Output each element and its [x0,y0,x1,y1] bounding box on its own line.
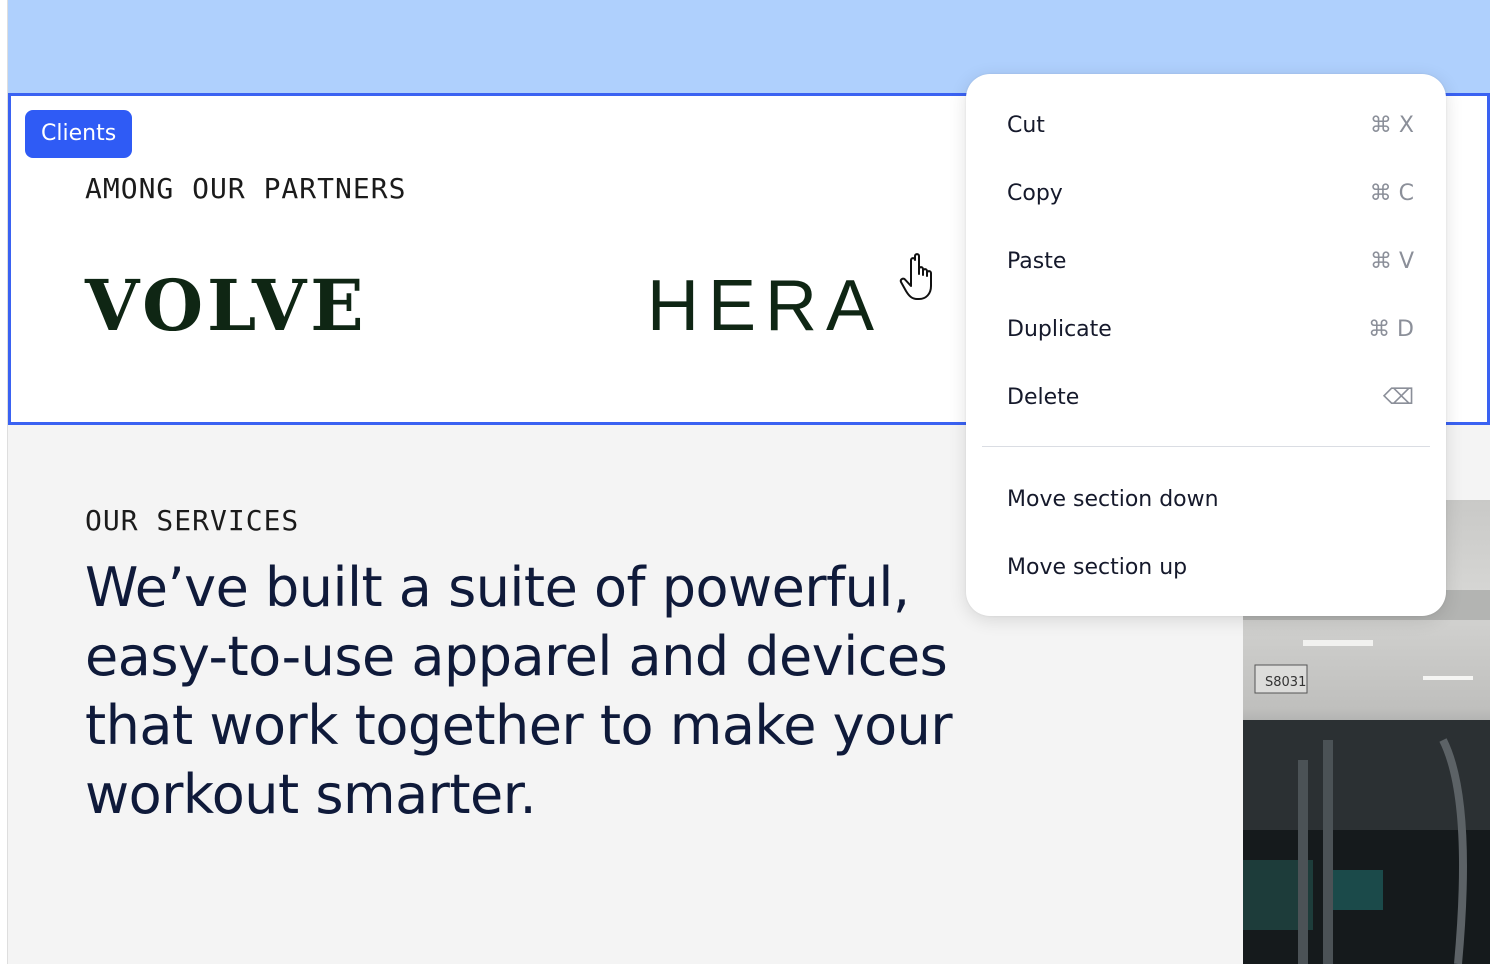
services-heading: OUR SERVICES [85,504,300,537]
partners-heading: AMONG OUR PARTNERS [85,172,407,205]
partner-logo-hera: HERA [647,266,884,346]
services-description: We’ve built a suite of powerful, easy-to… [85,556,953,826]
menu-item-delete[interactable]: Delete ⌫ [966,363,1446,431]
shortcut-label: ⌘ D [1368,316,1414,342]
shortcut-label: ⌘ V [1369,248,1414,274]
editor-left-edge [0,0,8,964]
context-menu: Cut ⌘ X Copy ⌘ C Paste ⌘ V Duplicate ⌘ D… [966,74,1446,616]
shortcut-label: ⌘ X [1369,112,1414,138]
menu-item-label: Duplicate [1007,316,1112,342]
hand-pointer-icon [899,253,932,300]
section-name-tag[interactable]: Clients [25,110,133,158]
shortcut-label: ⌘ C [1369,180,1414,206]
menu-item-copy[interactable]: Copy ⌘ C [966,159,1446,227]
menu-item-label: Copy [1007,180,1063,206]
menu-item-label: Move section up [1007,554,1188,580]
menu-item-duplicate[interactable]: Duplicate ⌘ D [966,295,1446,363]
menu-item-cut[interactable]: Cut ⌘ X [966,91,1446,159]
backspace-icon: ⌫ [1382,384,1414,410]
menu-item-move-section-down[interactable]: Move section down [966,465,1446,533]
partner-logo-volve: VOLVE [85,264,368,347]
menu-item-label: Paste [1007,248,1067,274]
menu-item-paste[interactable]: Paste ⌘ V [966,227,1446,295]
menu-item-label: Delete [1007,384,1080,410]
menu-divider [982,446,1430,447]
menu-item-label: Cut [1007,112,1045,138]
photo-sign-text: S8031 [1265,675,1306,690]
menu-item-move-section-up[interactable]: Move section up [966,533,1446,601]
menu-item-label: Move section down [1007,486,1219,512]
